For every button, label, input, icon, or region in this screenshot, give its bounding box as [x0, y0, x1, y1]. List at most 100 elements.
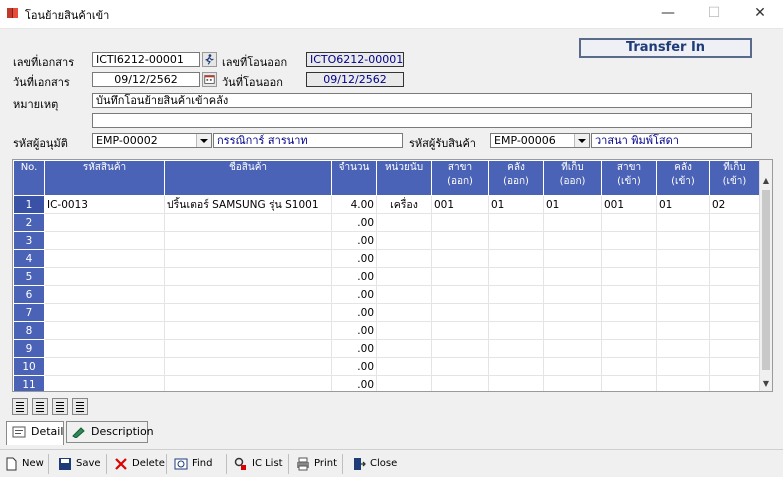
table-row[interactable]: 11.00	[13, 375, 760, 391]
cell-quantity[interactable]: .00	[331, 285, 377, 304]
save-button[interactable]: Save	[58, 455, 101, 473]
cell-location-out[interactable]: 01	[543, 195, 602, 214]
cell-quantity[interactable]: .00	[331, 303, 377, 322]
receiver-code-dropdown[interactable]: EMP-00006	[490, 133, 590, 148]
cell-item-code[interactable]	[44, 213, 165, 232]
cell-item-code[interactable]	[44, 231, 165, 250]
cell-warehouse-out[interactable]	[488, 249, 544, 268]
cell-location-in[interactable]	[709, 231, 760, 250]
table-row[interactable]: 7.00	[13, 303, 760, 322]
cell-item-name[interactable]	[164, 249, 332, 268]
cell-item-name[interactable]	[164, 321, 332, 340]
cell-location-in[interactable]: 02	[709, 195, 760, 214]
cell-warehouse-in[interactable]	[656, 267, 710, 286]
cell-unit[interactable]	[376, 249, 432, 268]
cell-branch-out[interactable]	[431, 303, 489, 322]
cell-location-in[interactable]	[709, 249, 760, 268]
cell-unit[interactable]	[376, 267, 432, 286]
cell-branch-out[interactable]	[431, 231, 489, 250]
cell-item-code[interactable]: IC-0013	[44, 195, 165, 214]
cell-quantity[interactable]: .00	[331, 231, 377, 250]
cell-quantity[interactable]: 4.00	[331, 195, 377, 214]
cell-item-code[interactable]	[44, 321, 165, 340]
cell-item-name[interactable]	[164, 267, 332, 286]
table-row[interactable]: 1 IC-0013 ปริ้นเตอร์ SAMSUNG รุ่น S1001 4.0…	[13, 195, 760, 214]
cell-quantity[interactable]: .00	[331, 375, 377, 391]
cell-item-code[interactable]	[44, 267, 165, 286]
column-header[interactable]: สาขา (เข้า)	[601, 160, 657, 196]
cell-warehouse-out[interactable]	[488, 321, 544, 340]
cell-item-code[interactable]	[44, 303, 165, 322]
cell-unit[interactable]	[376, 231, 432, 250]
cell-branch-in[interactable]	[601, 213, 657, 232]
cell-quantity[interactable]: .00	[331, 267, 377, 286]
find-button[interactable]: Find	[174, 455, 213, 473]
cell-branch-out[interactable]	[431, 213, 489, 232]
cell-branch-out[interactable]	[431, 285, 489, 304]
delete-button[interactable]: Delete	[114, 455, 165, 473]
print-button[interactable]: Print	[296, 455, 337, 473]
cell-item-name[interactable]	[164, 357, 332, 376]
append-row-icon[interactable]	[32, 398, 48, 415]
cell-branch-out[interactable]	[431, 321, 489, 340]
cell-quantity[interactable]: .00	[331, 249, 377, 268]
tab-detail[interactable]: Detail	[6, 421, 64, 445]
cell-location-out[interactable]	[543, 321, 602, 340]
cell-quantity[interactable]: .00	[331, 321, 377, 340]
cell-item-name[interactable]	[164, 213, 332, 232]
cell-warehouse-in[interactable]	[656, 285, 710, 304]
cell-warehouse-out[interactable]	[488, 267, 544, 286]
column-header[interactable]: คลัง (ออก)	[488, 160, 544, 196]
cell-location-in[interactable]	[709, 339, 760, 358]
cell-quantity[interactable]: .00	[331, 339, 377, 358]
table-row[interactable]: 6.00	[13, 285, 760, 304]
cell-location-out[interactable]	[543, 285, 602, 304]
column-header[interactable]: No.	[13, 160, 45, 196]
cell-warehouse-out[interactable]	[488, 231, 544, 250]
table-row[interactable]: 4.00	[13, 249, 760, 268]
ic-list-button[interactable]: IC List	[234, 455, 283, 473]
cell-branch-out[interactable]	[431, 267, 489, 286]
doc-date-field[interactable]: 09/12/2562	[92, 72, 200, 87]
column-header[interactable]: ที่เก็บ (เข้า)	[709, 160, 760, 196]
cell-unit[interactable]	[376, 321, 432, 340]
cell-branch-out[interactable]: 001	[431, 195, 489, 214]
cell-branch-in[interactable]	[601, 285, 657, 304]
grid-scrollbar[interactable]: ▲ ▼	[759, 160, 772, 391]
column-header[interactable]: ที่เก็บ (ออก)	[543, 160, 602, 196]
table-row[interactable]: 9.00	[13, 339, 760, 358]
cell-warehouse-in[interactable]	[656, 339, 710, 358]
remark-field-1[interactable]: บันทึกโอนย้ายสินค้าเข้าคลัง	[92, 93, 752, 108]
cell-unit[interactable]	[376, 357, 432, 376]
maximize-button[interactable]: ☐	[691, 0, 737, 28]
cell-warehouse-in[interactable]	[656, 231, 710, 250]
cell-warehouse-out[interactable]	[488, 357, 544, 376]
cell-location-in[interactable]	[709, 375, 760, 391]
cell-item-name[interactable]: ปริ้นเตอร์ SAMSUNG รุ่น S1001	[164, 195, 332, 214]
items-grid[interactable]: No. รหัสสินค้า ชื่อสินค้า จำนวน หน่วยนับ สาขา…	[12, 159, 773, 392]
cell-warehouse-out[interactable]: 01	[488, 195, 544, 214]
column-header[interactable]: จำนวน	[331, 160, 377, 196]
close-button[interactable]: Close	[352, 455, 397, 473]
column-header[interactable]: คลัง (เข้า)	[656, 160, 710, 196]
cell-item-name[interactable]	[164, 375, 332, 391]
cell-warehouse-out[interactable]	[488, 213, 544, 232]
cell-location-out[interactable]	[543, 375, 602, 391]
column-header[interactable]: ชื่อสินค้า	[164, 160, 332, 196]
cell-location-out[interactable]	[543, 303, 602, 322]
scroll-down-icon[interactable]: ▼	[760, 377, 772, 391]
cell-location-out[interactable]	[543, 357, 602, 376]
table-row[interactable]: 5.00	[13, 267, 760, 286]
cell-location-in[interactable]	[709, 303, 760, 322]
cell-branch-in[interactable]	[601, 357, 657, 376]
cell-branch-in[interactable]	[601, 321, 657, 340]
cell-location-in[interactable]	[709, 357, 760, 376]
close-window-button[interactable]: ✕	[737, 0, 783, 28]
new-button[interactable]: New	[4, 455, 44, 473]
cell-location-out[interactable]	[543, 267, 602, 286]
cell-branch-in[interactable]	[601, 249, 657, 268]
search-row-icon[interactable]	[72, 398, 88, 415]
table-row[interactable]: 3.00	[13, 231, 760, 250]
chevron-down-icon[interactable]	[574, 134, 589, 147]
cell-branch-in[interactable]	[601, 303, 657, 322]
